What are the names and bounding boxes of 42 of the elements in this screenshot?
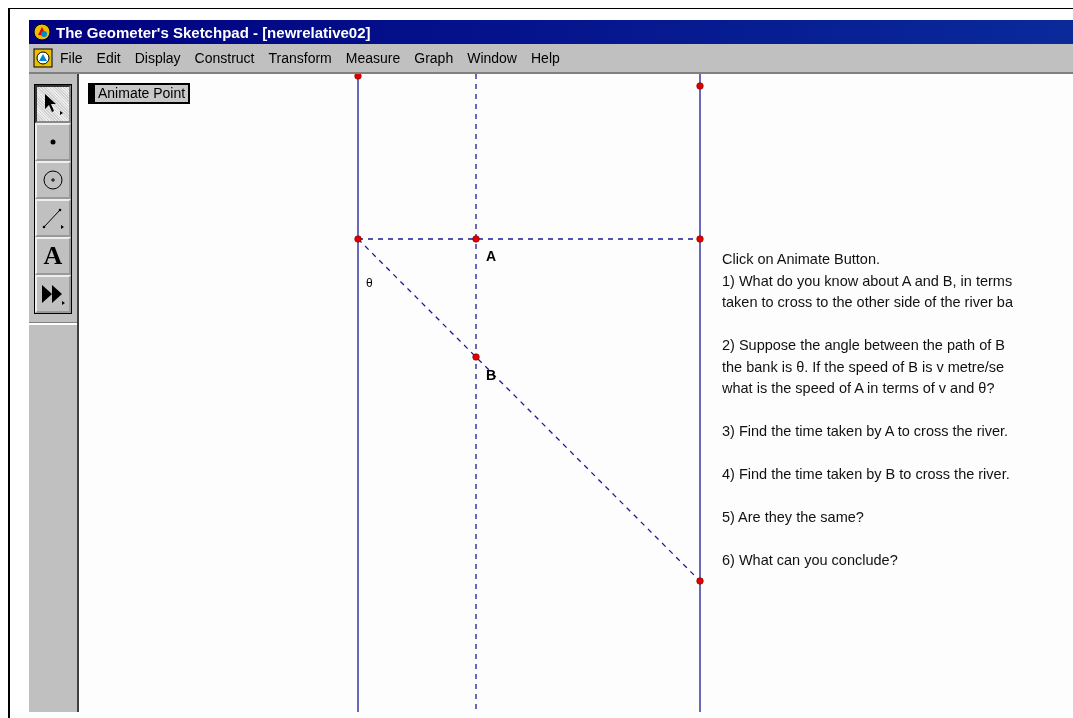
point <box>472 353 480 361</box>
animate-point-button[interactable]: Animate Point <box>88 83 191 104</box>
instruction-text: taken to cross to the other side of the river ba <box>722 293 1013 312</box>
point <box>354 74 362 80</box>
segment-icon <box>41 206 65 230</box>
point-label: A <box>486 248 497 264</box>
menu-item[interactable]: Display <box>127 50 188 66</box>
point <box>696 235 704 243</box>
instruction-text: Click on Animate Button. <box>722 250 881 269</box>
menu-item[interactable]: File <box>53 50 90 66</box>
point <box>696 82 704 90</box>
instruction-text: the bank is θ. If the speed of B is v metre/se <box>722 357 1006 377</box>
instruction-text: 5) Are they the same? <box>722 508 865 527</box>
menu-item[interactable]: Help <box>524 50 567 66</box>
menu-item[interactable]: Transform <box>261 50 339 66</box>
instruction-text: 6) What can you conclude? <box>722 551 899 570</box>
instruction-text: 4) Find the time taken by B to cross the river. <box>722 465 1011 484</box>
point <box>472 235 480 243</box>
circle-icon <box>41 168 65 192</box>
menu-item[interactable]: Graph <box>407 50 461 66</box>
select-tool-button[interactable] <box>35 85 71 123</box>
instruction-text: 3) Find the time taken by A to cross the river. <box>722 422 1010 441</box>
animate-tool-button[interactable] <box>35 275 71 313</box>
point-icon <box>50 139 56 145</box>
menu-item[interactable]: Measure <box>338 50 408 66</box>
fast-forward-icon <box>41 282 65 306</box>
menu-item[interactable]: Edit <box>89 50 128 66</box>
app-icon <box>33 23 51 41</box>
point-label: B <box>486 367 497 383</box>
angle-label: θ <box>366 276 373 290</box>
point <box>696 577 704 585</box>
segment-tool-button[interactable] <box>35 199 71 237</box>
point <box>354 235 362 243</box>
menu-item[interactable]: Window <box>460 50 524 66</box>
text-tool-button[interactable]: A <box>35 237 71 275</box>
instruction-text: 1) What do you know about A and B, in terms <box>722 271 1013 291</box>
circle-tool-button[interactable] <box>35 161 71 199</box>
document-icon[interactable] <box>33 48 53 68</box>
instruction-text: 2) Suppose the angle between the path of B <box>722 336 1006 355</box>
window-title: The Geometer's Sketchpad - [newrelative02] <box>56 23 371 41</box>
menu-item[interactable]: Construct <box>187 50 262 66</box>
instruction-text: what is the speed of A in terms of v and θ? <box>722 379 996 398</box>
